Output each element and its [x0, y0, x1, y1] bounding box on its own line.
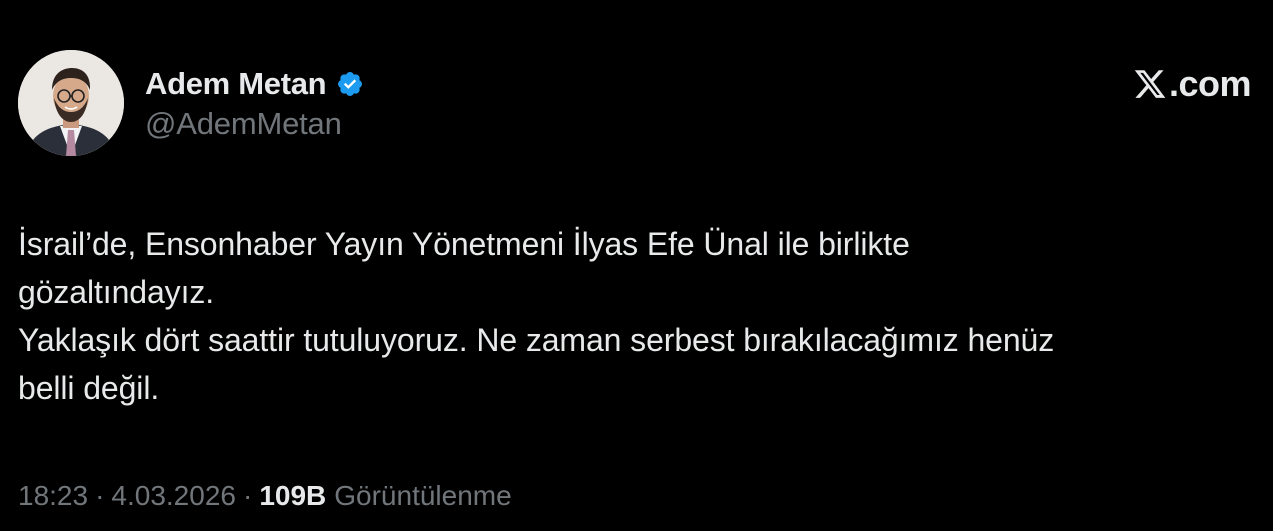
tweet-date[interactable]: 4.03.2026	[111, 480, 236, 512]
tweet-meta: 18:23 · 4.03.2026 · 109B Görüntülenme	[18, 476, 512, 516]
meta-separator: ·	[242, 480, 253, 511]
avatar-portrait-image	[18, 50, 124, 156]
author-handle[interactable]: @AdemMetan	[145, 106, 342, 142]
verified-badge-icon[interactable]	[336, 70, 364, 98]
x-logo-icon	[1134, 70, 1166, 98]
tweet-text: İsrail’de, Ensonhaber Yayın Yönetmeni İl…	[18, 226, 1055, 406]
tweet-time[interactable]: 18:23	[18, 480, 88, 512]
tweet-card: Adem Metan @AdemMetan .com İsrail’de, En…	[0, 0, 1273, 531]
meta-separator: ·	[95, 480, 105, 511]
brand-domain: .com	[1168, 63, 1252, 104]
brand-logo: .com	[1133, 63, 1252, 104]
author-name[interactable]: Adem Metan	[145, 66, 327, 102]
avatar[interactable]	[18, 50, 124, 156]
views-count: 109B	[259, 480, 327, 511]
views-label: Görüntülenme	[334, 480, 512, 511]
author-name-row: Adem Metan	[145, 64, 364, 104]
